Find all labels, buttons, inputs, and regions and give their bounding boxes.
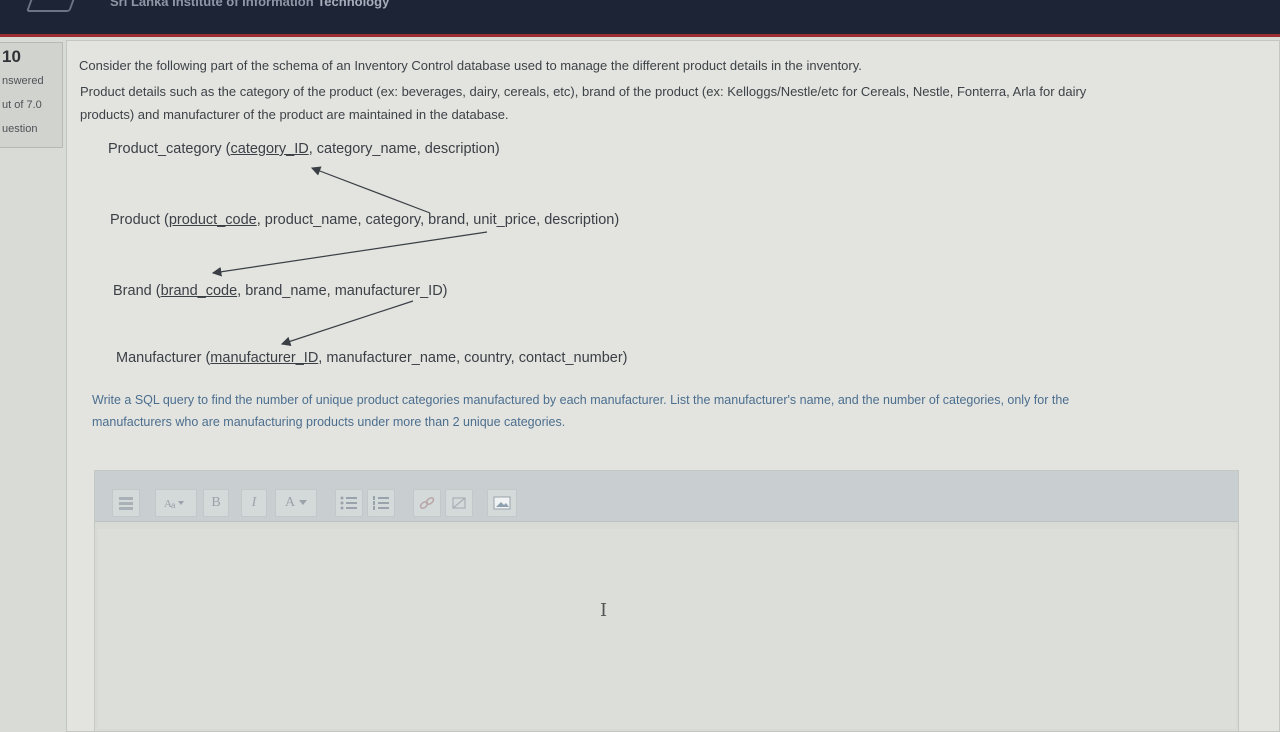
answer-text-area[interactable] bbox=[98, 529, 1236, 729]
toggle-toolbar-icon[interactable] bbox=[112, 489, 140, 517]
answer-editor: Aa B I A bbox=[94, 470, 1239, 732]
font-color-icon[interactable]: A bbox=[275, 489, 317, 517]
unordered-list-icon[interactable] bbox=[335, 489, 363, 517]
ordered-list-icon[interactable] bbox=[367, 489, 395, 517]
brand-fk-arrow bbox=[211, 231, 488, 277]
text-cursor-icon: I bbox=[600, 600, 608, 621]
paragraph-styles-icon[interactable]: Aa bbox=[155, 489, 197, 517]
manufacturer-fk-arrow bbox=[280, 300, 414, 346]
task-line2: manufacturers who are manufacturing prod… bbox=[92, 415, 566, 429]
task-line1: Write a SQL query to find the number of … bbox=[92, 393, 1070, 407]
link-icon[interactable] bbox=[413, 489, 441, 517]
image-icon[interactable] bbox=[487, 489, 517, 517]
svg-text:a: a bbox=[171, 501, 176, 509]
editor-toolbar: Aa B I A bbox=[95, 471, 1238, 522]
italic-icon[interactable]: I bbox=[241, 489, 267, 517]
unlink-icon[interactable] bbox=[445, 489, 473, 517]
category-fk-arrow bbox=[310, 166, 431, 214]
font-color-glyph: A bbox=[284, 495, 296, 510]
bold-icon[interactable]: B bbox=[203, 489, 229, 517]
